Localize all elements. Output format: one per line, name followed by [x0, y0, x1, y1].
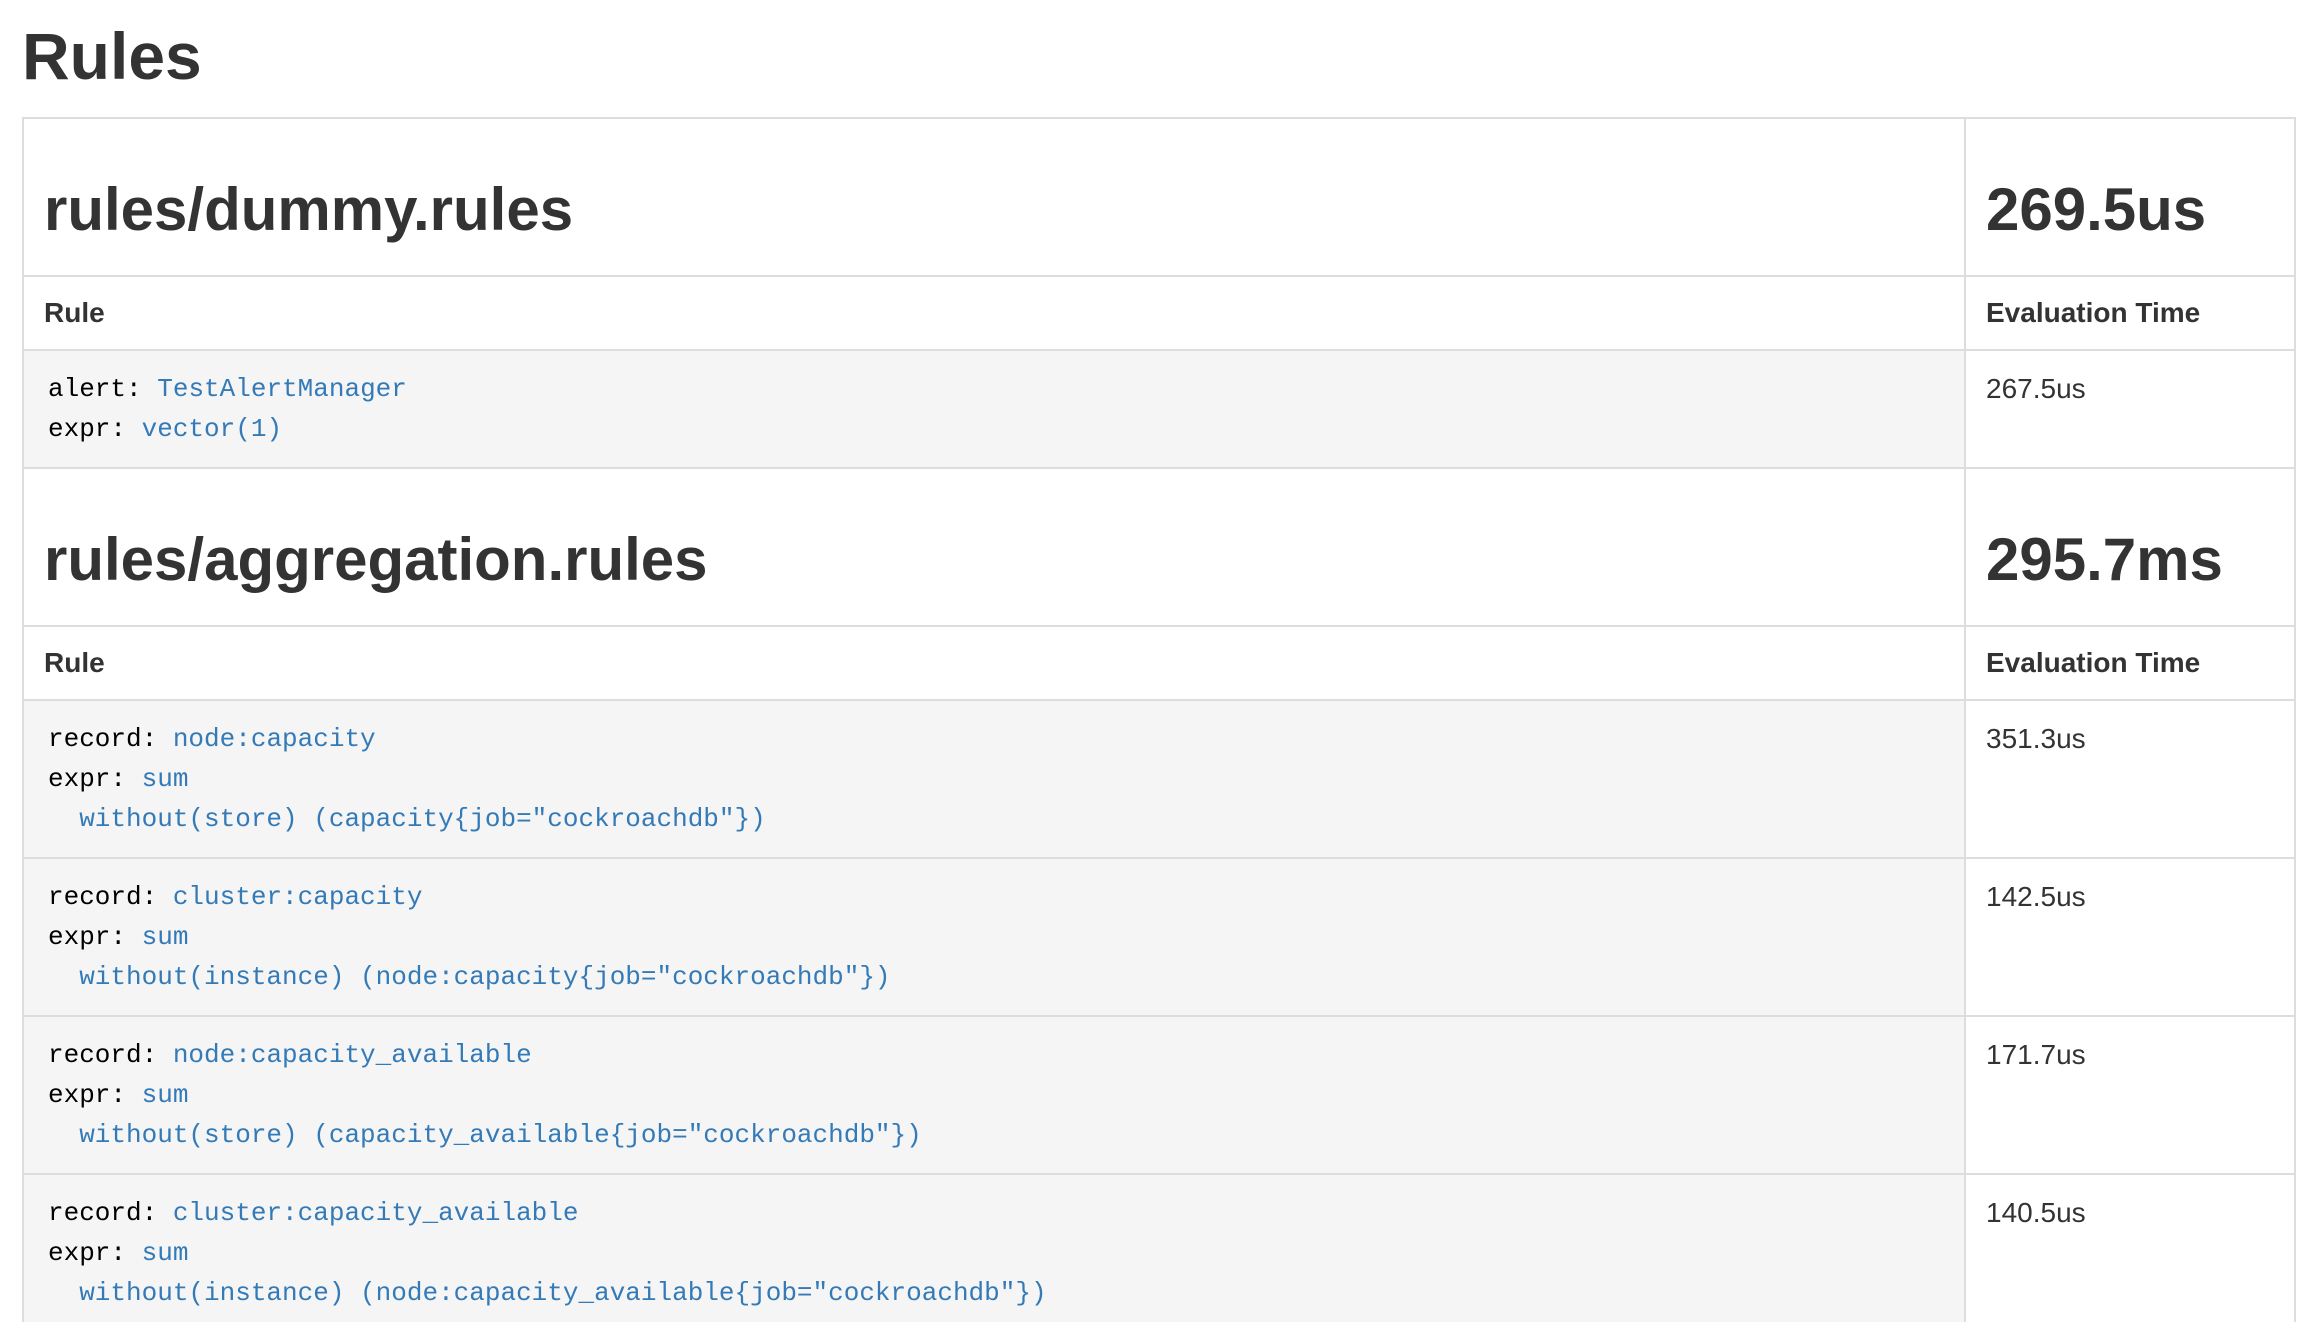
rule-name-link[interactable]: TestAlertManager	[157, 374, 407, 404]
rule-name-link[interactable]: node:capacity	[173, 724, 376, 754]
rule-row: alert: TestAlertManager expr: vector(1)2…	[23, 350, 2295, 468]
rule-keyword: record:	[48, 724, 157, 754]
expr-keyword: expr:	[48, 922, 126, 952]
rule-evaluation-time: 351.3us	[1965, 700, 2295, 858]
evaluation-time-column-label: Evaluation Time	[1965, 276, 2295, 350]
column-label-row: RuleEvaluation Time	[23, 626, 2295, 700]
rule-expr-link[interactable]: vector(1)	[142, 414, 282, 444]
group-file-name: rules/aggregation.rules	[44, 527, 1944, 593]
rule-keyword: alert:	[48, 374, 142, 404]
rule-row: record: cluster:capacity_available expr:…	[23, 1174, 2295, 1322]
rule-column-label: Rule	[23, 626, 1965, 700]
rule-name-link[interactable]: cluster:capacity_available	[173, 1198, 579, 1228]
rule-keyword: record:	[48, 882, 157, 912]
expr-keyword: expr:	[48, 414, 126, 444]
group-evaluation-total: 269.5us	[1986, 177, 2274, 243]
rule-evaluation-time: 140.5us	[1965, 1174, 2295, 1322]
rule-cell: record: node:capacity expr: sum without(…	[23, 700, 1965, 858]
evaluation-time-column-label: Evaluation Time	[1965, 626, 2295, 700]
rule-cell: record: cluster:capacity_available expr:…	[23, 1174, 1965, 1322]
rule-column-label: Rule	[23, 276, 1965, 350]
group-file-name: rules/dummy.rules	[44, 177, 1944, 243]
rule-group-header-row: rules/aggregation.rules 295.7ms	[23, 468, 2295, 626]
rule-row: record: cluster:capacity expr: sum witho…	[23, 858, 2295, 1016]
rule-row: record: node:capacity_available expr: su…	[23, 1016, 2295, 1174]
rule-evaluation-time: 267.5us	[1965, 350, 2295, 468]
rule-group-header-row: rules/dummy.rules 269.5us	[23, 118, 2295, 276]
group-file-cell: rules/dummy.rules	[23, 118, 1965, 276]
rule-expr-link[interactable]: sum without(store) (capacity{job="cockro…	[48, 764, 766, 834]
rule-expr-link[interactable]: sum without(instance) (node:capacity{job…	[48, 922, 891, 992]
rule-keyword: record:	[48, 1198, 157, 1228]
rule-cell: record: node:capacity_available expr: su…	[23, 1016, 1965, 1174]
rule-expr-link[interactable]: sum without(instance) (node:capacity_ava…	[48, 1238, 1047, 1308]
rule-evaluation-time: 142.5us	[1965, 858, 2295, 1016]
rule-cell: record: cluster:capacity expr: sum witho…	[23, 858, 1965, 1016]
group-evaluation-total: 295.7ms	[1986, 527, 2274, 593]
expr-keyword: expr:	[48, 764, 126, 794]
page-title: Rules	[22, 20, 2294, 93]
rule-expr-link[interactable]: sum without(store) (capacity_available{j…	[48, 1080, 922, 1150]
rule-name-link[interactable]: node:capacity_available	[173, 1040, 532, 1070]
rule-keyword: record:	[48, 1040, 157, 1070]
group-eval-total-cell: 295.7ms	[1965, 468, 2295, 626]
rule-evaluation-time: 171.7us	[1965, 1016, 2295, 1174]
rule-cell: alert: TestAlertManager expr: vector(1)	[23, 350, 1965, 468]
expr-keyword: expr:	[48, 1238, 126, 1268]
group-eval-total-cell: 269.5us	[1965, 118, 2295, 276]
rule-row: record: node:capacity expr: sum without(…	[23, 700, 2295, 858]
group-file-cell: rules/aggregation.rules	[23, 468, 1965, 626]
rule-name-link[interactable]: cluster:capacity	[173, 882, 423, 912]
expr-keyword: expr:	[48, 1080, 126, 1110]
rules-page: Rules rules/dummy.rules269.5usRuleEvalua…	[0, 20, 2316, 1322]
column-label-row: RuleEvaluation Time	[23, 276, 2295, 350]
rules-table: rules/dummy.rules269.5usRuleEvaluation T…	[22, 117, 2296, 1322]
